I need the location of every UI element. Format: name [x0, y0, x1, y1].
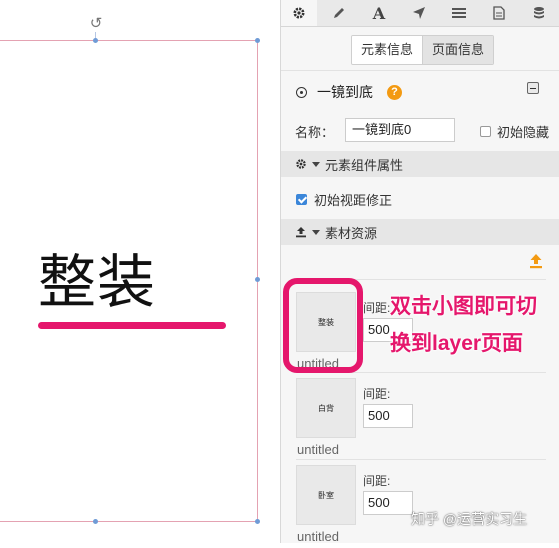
- gap-label: 间距:: [363, 387, 391, 401]
- gear-icon[interactable]: [281, 0, 317, 26]
- target-icon: [296, 86, 307, 98]
- gap-input[interactable]: 500: [363, 491, 413, 515]
- view-distance-fix-option[interactable]: 初始视距修正: [296, 190, 392, 209]
- canvas-heading: 整装: [38, 248, 157, 316]
- tab-element-info[interactable]: 元素信息: [352, 36, 422, 64]
- resize-handle-bottom-right[interactable]: [255, 519, 260, 524]
- list-icon[interactable]: [441, 0, 477, 26]
- asset-item: 白背 untitled 间距: 500: [281, 373, 559, 461]
- initial-hide-label: 初始隐藏: [497, 125, 550, 140]
- info-tabs: 元素信息 页面信息: [351, 35, 494, 65]
- asset-name: untitled: [297, 529, 339, 544]
- caret-down-icon: [312, 161, 320, 167]
- asset-name: untitled: [297, 442, 339, 457]
- thumbnail-highlight-ring: [283, 278, 363, 373]
- gap-label: 间距:: [363, 301, 391, 315]
- resize-handle-bottom[interactable]: [93, 519, 98, 524]
- view-distance-fix-checkbox[interactable]: [296, 194, 307, 205]
- divider: [281, 70, 559, 71]
- resize-handle-top[interactable]: [93, 38, 98, 43]
- heading-underline: [38, 322, 226, 329]
- caret-down-icon: [312, 229, 320, 235]
- upload-asset-icon[interactable]: [529, 253, 543, 269]
- tab-page-info[interactable]: 页面信息: [422, 36, 493, 64]
- resize-handle-top-right[interactable]: [255, 38, 260, 43]
- element-title: 一镜到底: [317, 84, 373, 100]
- resize-handle-right[interactable]: [255, 277, 260, 282]
- properties-panel: A 元素信息 页面信息 一镜到底 ? 名称： 一镜到底0 初始隐藏 元素组件属性: [280, 0, 559, 544]
- watermark: 知乎 @运营实习生: [411, 511, 528, 527]
- collapse-icon[interactable]: [527, 82, 539, 94]
- gap-label: 间距:: [363, 474, 391, 488]
- text-icon[interactable]: A: [361, 0, 397, 26]
- annotation-line-2: 换到layer页面: [390, 332, 524, 355]
- component-props-header[interactable]: 元素组件属性: [281, 151, 559, 177]
- pencil-icon[interactable]: [321, 0, 357, 26]
- component-props-title: 元素组件属性: [325, 157, 404, 173]
- gear-icon: [296, 159, 306, 169]
- initial-hide-checkbox[interactable]: [480, 126, 491, 137]
- asset-item: 卧室 untitled 间距: 500: [281, 460, 559, 548]
- rotate-icon[interactable]: ↺: [88, 16, 104, 32]
- send-icon[interactable]: [401, 0, 437, 26]
- document-icon[interactable]: [481, 0, 517, 26]
- design-canvas[interactable]: ↺ 整装: [0, 0, 280, 543]
- element-header: 一镜到底 ?: [296, 80, 402, 104]
- assets-header[interactable]: 素材资源: [281, 219, 559, 245]
- help-icon[interactable]: ?: [387, 84, 402, 100]
- name-label: 名称：: [295, 125, 335, 140]
- gap-input[interactable]: 500: [363, 404, 413, 428]
- upload-icon: [296, 227, 306, 238]
- annotation-line-1: 双击小图即可切: [390, 295, 537, 318]
- asset-thumbnail[interactable]: 卧室: [296, 465, 356, 525]
- view-distance-fix-label: 初始视距修正: [314, 193, 393, 208]
- asset-thumbnail[interactable]: 白背: [296, 378, 356, 438]
- initial-hide-option[interactable]: 初始隐藏: [480, 122, 549, 141]
- panel-toolbar: A: [281, 0, 559, 27]
- database-icon[interactable]: [521, 0, 557, 26]
- assets-title: 素材资源: [325, 225, 378, 241]
- name-input[interactable]: 一镜到底0: [345, 118, 455, 142]
